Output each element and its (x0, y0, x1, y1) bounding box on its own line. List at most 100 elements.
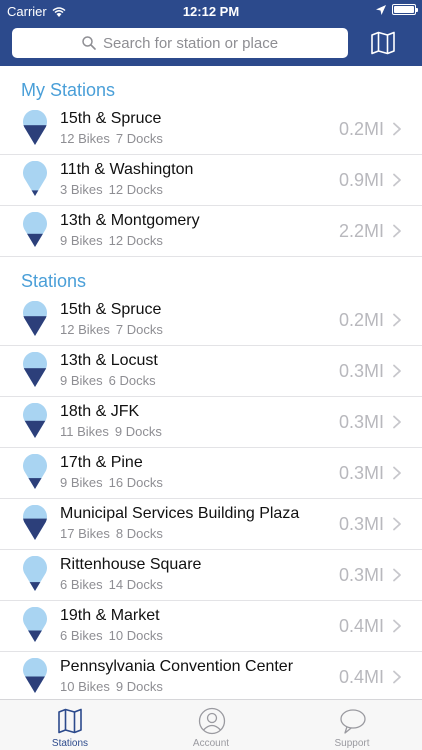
chevron-right-icon (393, 517, 401, 531)
docks-count: 14 Docks (108, 577, 163, 592)
station-availability: 10 Bikes 9 Docks (60, 679, 163, 694)
station-name: 11th & Washington (60, 161, 194, 178)
bikes-count: 6 Bikes (60, 577, 103, 592)
tab-label: Support (334, 738, 370, 749)
station-pin-icon (22, 403, 47, 438)
station-row[interactable]: 18th & JFK 11 Bikes 9 Docks 0.3MI (0, 397, 422, 448)
station-name: Rittenhouse Square (60, 556, 202, 573)
station-row[interactable]: 13th & Montgomery 9 Bikes 12 Docks 2.2MI (0, 206, 422, 257)
station-availability: 12 Bikes 7 Docks (60, 131, 163, 146)
station-pin-icon (22, 110, 47, 145)
station-pin-icon (22, 454, 47, 489)
docks-count: 7 Docks (115, 322, 163, 337)
station-distance: 0.3MI (338, 565, 384, 585)
station-distance: 2.2MI (338, 221, 384, 241)
station-availability: 9 Bikes 12 Docks (60, 233, 163, 248)
tab-account[interactable]: Account (141, 700, 281, 750)
station-distance: 0.9MI (338, 170, 384, 190)
chevron-right-icon (393, 415, 401, 429)
station-pin-icon (22, 556, 47, 591)
station-name: 13th & Montgomery (60, 212, 200, 229)
bikes-count: 6 Bikes (60, 628, 103, 643)
chevron-right-icon (393, 568, 401, 582)
chevron-right-icon (393, 619, 401, 633)
station-availability: 17 Bikes 8 Docks (60, 526, 163, 541)
station-name: 19th & Market (60, 607, 160, 624)
tab-bar: Stations Account Support (0, 699, 422, 750)
bikes-count: 17 Bikes (60, 526, 110, 541)
station-name: Pennsylvania Convention Center (60, 658, 294, 675)
docks-count: 7 Docks (115, 131, 163, 146)
search-placeholder: Search for station or place (102, 34, 279, 52)
search-input[interactable]: Search for station or place (12, 28, 348, 58)
station-row[interactable]: 13th & Locust 9 Bikes 6 Docks 0.3MI (0, 346, 422, 397)
docks-count: 16 Docks (108, 475, 163, 490)
station-row[interactable]: 19th & Market 6 Bikes 10 Docks 0.4MI (0, 601, 422, 652)
tab-stations[interactable]: Stations (0, 700, 140, 750)
station-distance: 0.3MI (338, 463, 384, 483)
docks-count: 9 Docks (115, 679, 163, 694)
chevron-right-icon (393, 670, 401, 684)
tab-label: Account (192, 738, 230, 749)
station-row[interactable]: Rittenhouse Square 6 Bikes 14 Docks 0.3MI (0, 550, 422, 601)
station-name: 15th & Spruce (60, 301, 162, 318)
station-name: 18th & JFK (60, 403, 140, 420)
docks-count: 12 Docks (108, 233, 163, 248)
station-availability: 6 Bikes 10 Docks (60, 628, 163, 643)
station-row[interactable]: 17th & Pine 9 Bikes 16 Docks 0.3MI (0, 448, 422, 499)
station-distance: 0.2MI (338, 119, 384, 139)
location-arrow-icon (376, 4, 386, 15)
station-availability: 12 Bikes 7 Docks (60, 322, 163, 337)
bikes-count: 12 Bikes (60, 322, 110, 337)
chevron-right-icon (393, 364, 401, 378)
docks-count: 9 Docks (114, 424, 162, 439)
tab-label: Stations (51, 738, 89, 749)
station-name: 13th & Locust (60, 352, 158, 369)
bikes-count: 9 Bikes (60, 475, 103, 490)
station-row[interactable]: 15th & Spruce 12 Bikes 7 Docks 0.2MI (0, 104, 422, 155)
chevron-right-icon (393, 122, 401, 136)
chat-bubble-icon (340, 709, 366, 734)
station-row[interactable]: 15th & Spruce 12 Bikes 7 Docks 0.2MI (0, 295, 422, 346)
station-list[interactable]: My Stations 15th & Spruce 12 Bikes 7 Docks 0… (0, 66, 422, 699)
station-pin-icon (22, 352, 47, 387)
map-icon[interactable] (370, 30, 396, 56)
station-availability: 6 Bikes 14 Docks (60, 577, 163, 592)
bikes-count: 9 Bikes (60, 233, 103, 248)
station-row[interactable]: Pennsylvania Convention Center 10 Bikes 9 … (0, 652, 422, 699)
station-name: Municipal Services Building Plaza (60, 505, 300, 522)
chevron-right-icon (393, 173, 401, 187)
station-distance: 0.4MI (338, 616, 384, 636)
station-distance: 0.2MI (338, 310, 384, 330)
clock: 12:12 PM (182, 4, 240, 19)
docks-count: 6 Docks (108, 373, 156, 388)
bikes-count: 10 Bikes (60, 679, 110, 694)
station-row[interactable]: Municipal Services Building Plaza 17 Bike… (0, 499, 422, 550)
station-pin-icon (22, 505, 47, 540)
section-header: My Stations (21, 80, 116, 100)
bikes-count: 9 Bikes (60, 373, 103, 388)
bikes-count: 12 Bikes (60, 131, 110, 146)
station-availability: 9 Bikes 6 Docks (60, 373, 156, 388)
battery-icon (392, 4, 418, 15)
navigation-bar: Carrier 12:12 PM Search for station or p… (0, 0, 422, 66)
bikes-count: 3 Bikes (60, 182, 103, 197)
docks-count: 8 Docks (115, 526, 163, 541)
section-header: Stations (21, 271, 87, 291)
station-pin-icon (22, 161, 47, 196)
tab-support[interactable]: Support (282, 700, 422, 750)
docks-count: 10 Docks (108, 628, 163, 643)
chevron-right-icon (393, 224, 401, 238)
station-distance: 0.3MI (338, 412, 384, 432)
station-row[interactable]: 11th & Washington 3 Bikes 12 Docks 0.9MI (0, 155, 422, 206)
station-distance: 0.3MI (338, 514, 384, 534)
docks-count: 12 Docks (108, 182, 163, 197)
user-icon (198, 707, 226, 735)
search-icon (82, 36, 96, 50)
station-name: 15th & Spruce (60, 110, 162, 127)
station-distance: 0.3MI (338, 361, 384, 381)
bikes-count: 11 Bikes (60, 424, 109, 439)
station-pin-icon (22, 658, 47, 693)
status-bar: Carrier 12:12 PM (0, 0, 422, 22)
status-right (376, 4, 418, 15)
